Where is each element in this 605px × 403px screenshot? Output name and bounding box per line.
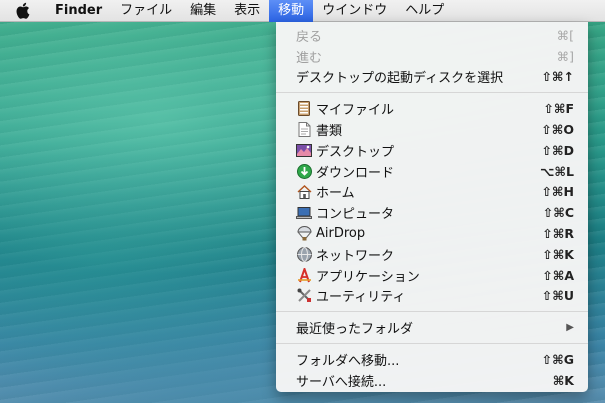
menu-item-network[interactable]: ネットワーク ⇧⌘K [276, 244, 588, 265]
menu-item-label: サーバへ接続... [296, 374, 387, 390]
menu-item-label: コンピュータ [316, 207, 395, 223]
menu-item-label: 書類 [316, 124, 343, 140]
shortcut-label: ⌘K [552, 372, 574, 388]
menu-item-label: 最近使ったフォルダ [296, 322, 414, 338]
go-menu-dropdown: 戻る ⌘[ 進む ⌘] デスクトップの起動ディスクを選択 ⇧⌘↑ マイファイル … [276, 22, 588, 392]
shortcut-label: ⇧⌘↑ [541, 69, 574, 85]
airdrop-icon [296, 226, 312, 242]
menu-item-label: デスクトップの起動ディスクを選択 [296, 71, 504, 87]
menu-item-label: ユーティリティ [316, 290, 406, 306]
menu-item-documents[interactable]: 書類 ⇧⌘O [276, 119, 588, 140]
menu-help[interactable]: ヘルプ [396, 0, 453, 22]
menu-separator [276, 92, 588, 94]
menu-item-label: マイファイル [316, 103, 395, 119]
menu-go[interactable]: 移動 [269, 0, 314, 22]
menu-file[interactable]: ファイル [111, 0, 181, 22]
menu-item-computer[interactable]: コンピュータ ⇧⌘C [276, 202, 588, 223]
menu-edit[interactable]: 編集 [181, 0, 225, 22]
menu-item-applications[interactable]: アプリケーション ⇧⌘A [276, 265, 588, 286]
shortcut-label: ⌥⌘L [540, 163, 574, 179]
downloads-icon [296, 163, 312, 179]
menu-separator [276, 311, 588, 313]
menu-view[interactable]: 表示 [225, 0, 269, 22]
menu-item-startup-disk[interactable]: デスクトップの起動ディスクを選択 ⇧⌘↑ [276, 67, 588, 88]
menu-item-all-my-files[interactable]: マイファイル ⇧⌘F [276, 98, 588, 119]
shortcut-label: ⇧⌘K [542, 246, 574, 262]
menu-item-label: フォルダへ移動... [296, 354, 400, 370]
apple-menu-icon[interactable] [14, 2, 32, 20]
menu-item-utilities[interactable]: ユーティリティ ⇧⌘U [276, 286, 588, 307]
submenu-arrow-icon: ▶ [566, 322, 574, 334]
home-icon [296, 184, 312, 200]
shortcut-label: ⇧⌘U [541, 288, 574, 304]
menu-separator [276, 343, 588, 345]
shortcut-label: ⇧⌘D [541, 142, 574, 158]
menu-item-label: 進む [296, 50, 323, 66]
shortcut-label: ⇧⌘C [542, 205, 574, 221]
menu-item-connect-to-server[interactable]: サーバへ接続... ⌘K [276, 370, 588, 391]
menu-item-label: ホーム [316, 186, 355, 202]
shortcut-label: ⇧⌘R [542, 226, 574, 242]
menu-item-downloads[interactable]: ダウンロード ⌥⌘L [276, 161, 588, 182]
desktop-icon [296, 142, 312, 158]
network-icon [296, 246, 312, 262]
menu-item-back[interactable]: 戻る ⌘[ [276, 25, 588, 46]
menu-item-label: 戻る [296, 29, 323, 45]
menu-item-label: アプリケーション [316, 269, 420, 285]
menu-window[interactable]: ウインドウ [313, 0, 396, 22]
menu-item-go-to-folder[interactable]: フォルダへ移動... ⇧⌘G [276, 349, 588, 370]
menu-item-recent-folders[interactable]: 最近使ったフォルダ ▶ [276, 317, 588, 338]
menu-item-desktop[interactable]: デスクトップ ⇧⌘D [276, 140, 588, 161]
shortcut-label: ⇧⌘G [541, 352, 574, 368]
shortcut-label: ⇧⌘O [541, 122, 574, 138]
shortcut-label: ⇧⌘H [541, 184, 574, 200]
shortcut-label: ⌘] [556, 48, 574, 64]
shortcut-label: ⇧⌘A [542, 267, 574, 283]
menu-item-airdrop[interactable]: AirDrop ⇧⌘R [276, 223, 588, 244]
menu-item-label: ダウンロード [316, 165, 395, 181]
documents-icon [296, 122, 312, 138]
all-my-files-icon [296, 101, 312, 117]
utilities-icon [296, 288, 312, 304]
menu-item-label: ネットワーク [316, 248, 395, 264]
computer-icon [296, 205, 312, 221]
menu-finder[interactable]: Finder [46, 0, 111, 22]
menu-item-forward[interactable]: 進む ⌘] [276, 46, 588, 67]
menu-bar: Finder ファイル 編集 表示 移動 ウインドウ ヘルプ [0, 0, 605, 22]
menu-item-label: デスクトップ [316, 144, 395, 160]
shortcut-label: ⌘[ [556, 27, 574, 43]
menu-item-home[interactable]: ホーム ⇧⌘H [276, 182, 588, 203]
applications-icon [296, 267, 312, 283]
menu-item-label: AirDrop [316, 226, 366, 242]
shortcut-label: ⇧⌘F [543, 101, 574, 117]
